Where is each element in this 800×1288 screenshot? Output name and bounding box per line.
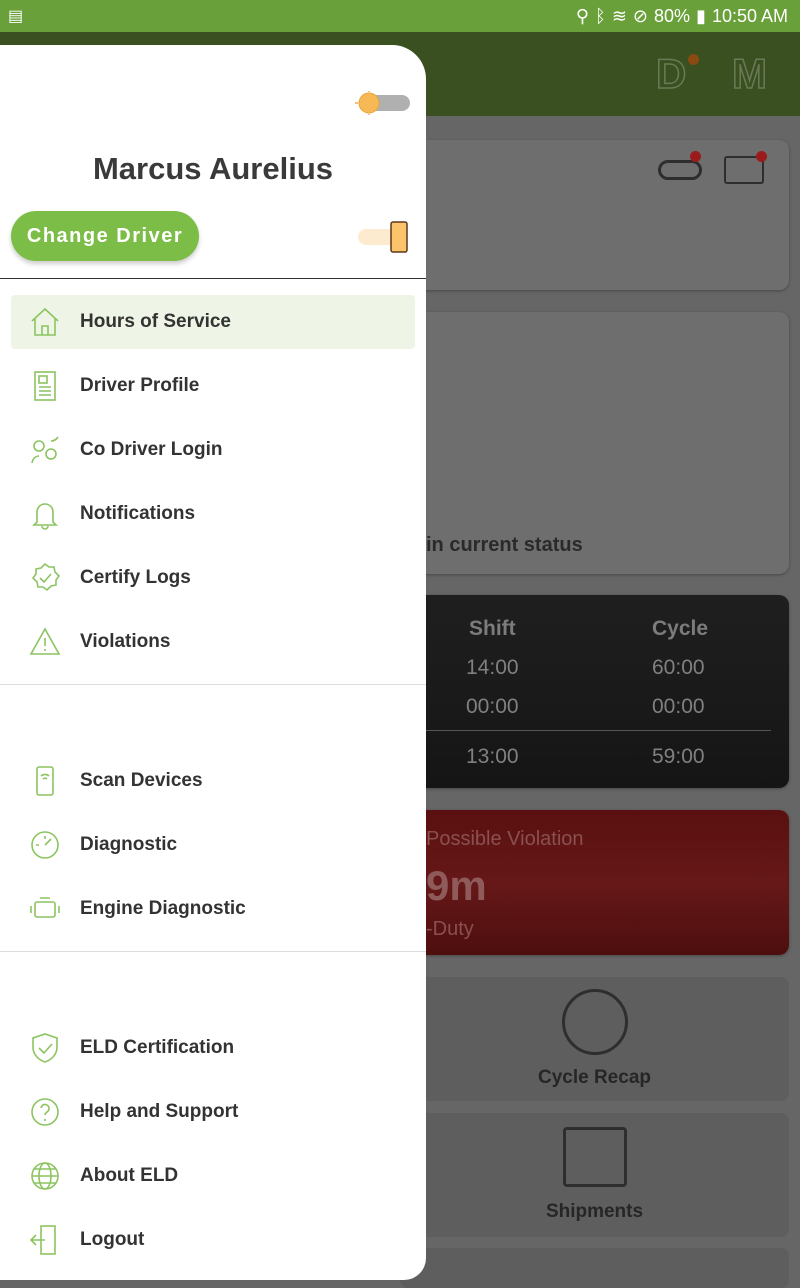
menu-item-label: About ELD	[80, 1165, 179, 1186]
menu-item-scan-devices[interactable]: Scan Devices	[11, 754, 415, 808]
sim-icon: ▤	[8, 8, 24, 25]
tile-label: Shipments	[545, 1201, 644, 1222]
link-icon[interactable]	[658, 160, 702, 180]
connection-card	[400, 140, 789, 290]
certify-icon	[26, 559, 64, 597]
violation-subtitle: -Duty	[426, 918, 474, 940]
cycle-recap-tile[interactable]: Cycle Recap	[400, 977, 789, 1101]
status-card: in current status	[400, 312, 789, 574]
menu-item-label: Help and Support	[80, 1101, 239, 1122]
menu-item-label: Engine Diagnostic	[80, 898, 246, 919]
menu-item-hours-of-service[interactable]: Hours of Service	[11, 295, 415, 349]
device-toggle[interactable]	[356, 221, 410, 253]
status-bar: ▤ ⚲ ᛒ ≋ ⊘ 80% ▮ 10:50 AM	[0, 0, 800, 32]
d-indicator-dot	[688, 54, 699, 65]
help-icon	[26, 1093, 64, 1131]
menu-item-label: Scan Devices	[80, 770, 203, 791]
profile-icon	[26, 367, 64, 405]
divider	[400, 730, 771, 731]
menu-item-label: Hours of Service	[80, 311, 231, 332]
truck-status-dot	[756, 151, 767, 162]
bluetooth-icon: ᛒ	[595, 5, 606, 26]
bell-icon	[26, 495, 64, 533]
dnd-icon: ⊘	[632, 5, 648, 26]
warning-icon	[26, 623, 64, 661]
shift-value: 14:00	[466, 656, 519, 679]
menu-item-label: ELD Certification	[80, 1037, 235, 1058]
theme-toggle[interactable]	[354, 91, 410, 115]
shift-header: Shift	[469, 617, 516, 640]
violation-card: Possible Violation 9m -Duty	[400, 810, 789, 955]
menu-item-certify-logs[interactable]: Certify Logs	[11, 551, 415, 605]
menu-item-label: Notifications	[80, 503, 196, 524]
menu-item-label: Driver Profile	[80, 375, 200, 396]
menu-item-label: Logout	[80, 1229, 145, 1250]
menu-item-logout[interactable]: Logout	[11, 1213, 415, 1267]
shield-check-icon	[26, 1029, 64, 1067]
wifi-icon: ≋	[611, 5, 627, 26]
link-status-dot	[690, 151, 701, 162]
menu-item-violations[interactable]: Violations	[11, 615, 415, 669]
status-text: in current status	[426, 534, 583, 556]
engine-icon	[26, 890, 64, 928]
cycle-header: Cycle	[652, 617, 709, 640]
home-icon	[26, 303, 64, 341]
logout-icon	[26, 1221, 64, 1259]
battery-level: 80%	[654, 5, 691, 26]
menu-item-co-driver-login[interactable]: Co Driver Login	[11, 423, 415, 477]
calendar-icon	[562, 1127, 627, 1187]
co-driver-icon	[26, 431, 64, 469]
cycle-value: 00:00	[652, 695, 705, 718]
menu-item-notifications[interactable]: Notifications	[11, 487, 415, 541]
menu-item-help-and-support[interactable]: Help and Support	[11, 1085, 415, 1139]
clock-icon	[561, 989, 628, 1055]
shipments-tile[interactable]: Shipments	[400, 1113, 789, 1237]
change-driver-button[interactable]: Change Driver	[11, 211, 199, 261]
menu-item-diagnostic[interactable]: Diagnostic	[11, 818, 415, 872]
location-icon: ⚲	[575, 5, 589, 26]
divider	[0, 278, 426, 279]
gauge-icon	[26, 826, 64, 864]
cycle-remaining: 59:00	[652, 745, 705, 768]
shift-remaining: 13:00	[466, 745, 519, 768]
tile[interactable]	[400, 1248, 789, 1288]
menu-item-label: Co Driver Login	[80, 439, 223, 460]
menu-item-eld-certification[interactable]: ELD Certification	[11, 1021, 415, 1075]
clock: 10:50 AM	[711, 5, 788, 26]
m-button[interactable]: M	[731, 49, 768, 98]
shift-value: 00:00	[466, 695, 519, 718]
menu-item-about-eld[interactable]: About ELD	[11, 1149, 415, 1203]
divider	[0, 951, 426, 952]
scan-device-icon	[26, 762, 64, 800]
menu-item-driver-profile[interactable]: Driver Profile	[11, 359, 415, 413]
violation-title: Possible Violation	[426, 828, 584, 850]
hos-summary-card: Shift Cycle 14:00 60:00 00:00 00:00 13:0…	[400, 595, 789, 788]
globe-icon	[26, 1157, 64, 1195]
divider	[0, 684, 426, 685]
menu-item-label: Diagnostic	[80, 834, 178, 855]
tile-label: Cycle Recap	[537, 1067, 651, 1088]
violation-value: 9m	[426, 862, 487, 909]
menu-item-label: Certify Logs	[80, 567, 191, 588]
navigation-drawer: Marcus Aurelius Change Driver Hours of S…	[0, 45, 426, 1280]
menu-item-engine-diagnostic[interactable]: Engine Diagnostic	[11, 882, 415, 936]
d-button[interactable]: D	[655, 49, 687, 98]
battery-icon: ▮	[696, 5, 706, 26]
driver-name: Marcus Aurelius	[92, 151, 334, 186]
menu-item-label: Violations	[80, 631, 171, 652]
cycle-value: 60:00	[652, 656, 705, 679]
